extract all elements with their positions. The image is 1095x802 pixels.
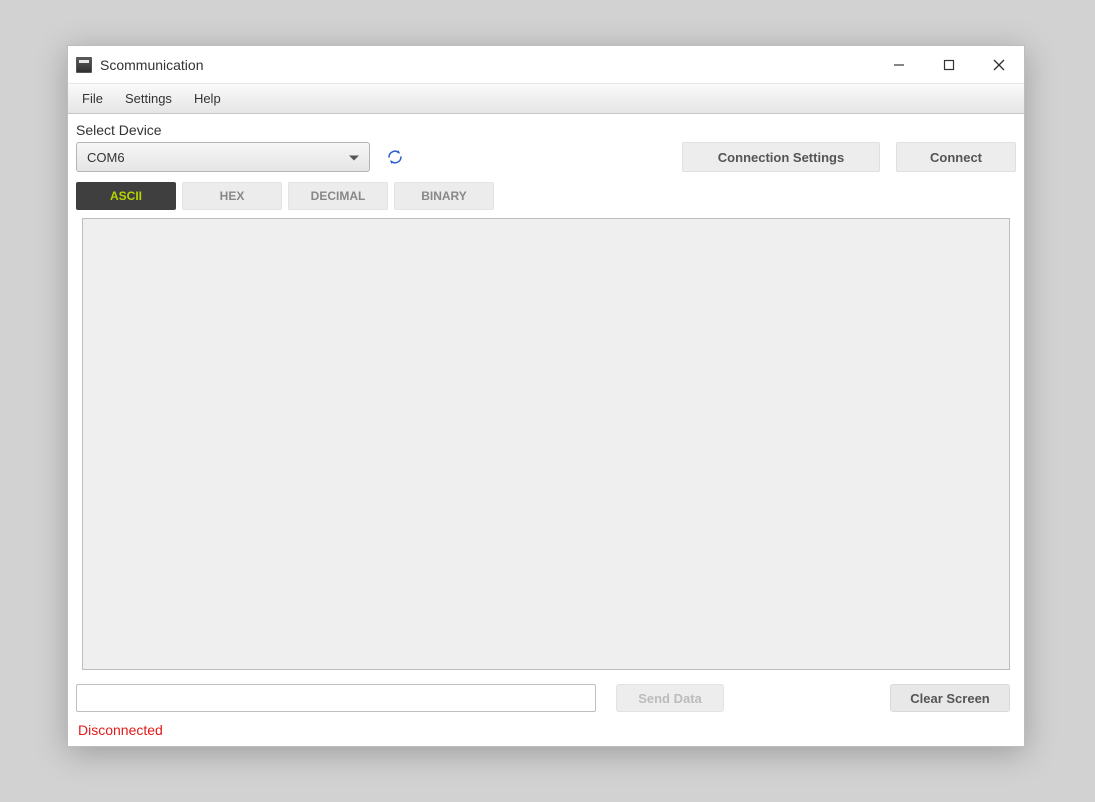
connection-settings-label: Connection Settings — [718, 150, 844, 165]
tab-label: BINARY — [421, 189, 467, 203]
app-window: Scommunication File Settings Help Select… — [67, 45, 1025, 747]
chevron-down-icon — [349, 150, 359, 165]
select-device-label: Select Device — [76, 122, 1016, 138]
menu-help[interactable]: Help — [194, 91, 221, 106]
format-tabs: ASCII HEX DECIMAL BINARY — [68, 182, 1024, 214]
connect-label: Connect — [930, 150, 982, 165]
minimize-icon — [892, 58, 906, 72]
send-data-button[interactable]: Send Data — [616, 684, 724, 712]
tab-binary[interactable]: BINARY — [394, 182, 494, 210]
menubar: File Settings Help — [68, 84, 1024, 114]
close-icon — [992, 58, 1006, 72]
device-select-value: COM6 — [87, 150, 125, 165]
tab-ascii[interactable]: ASCII — [76, 182, 176, 210]
connect-button[interactable]: Connect — [896, 142, 1016, 172]
send-input[interactable] — [76, 684, 596, 712]
tab-decimal[interactable]: DECIMAL — [288, 182, 388, 210]
status-bar: Disconnected — [68, 718, 1024, 746]
app-icon — [76, 57, 92, 73]
refresh-button[interactable] — [386, 148, 404, 166]
device-select[interactable]: COM6 — [76, 142, 370, 172]
device-toolbar: Select Device COM6 Connection Settings — [68, 114, 1024, 182]
menu-settings[interactable]: Settings — [125, 91, 172, 106]
send-row: Send Data Clear Screen — [68, 684, 1024, 718]
status-text: Disconnected — [78, 722, 163, 738]
close-button[interactable] — [974, 46, 1024, 83]
window-title: Scommunication — [100, 57, 204, 73]
tab-label: HEX — [220, 189, 245, 203]
maximize-icon — [942, 58, 956, 72]
menu-file[interactable]: File — [82, 91, 103, 106]
window-controls — [874, 46, 1024, 83]
terminal-output[interactable] — [82, 218, 1010, 670]
refresh-icon — [386, 148, 404, 166]
clear-screen-button[interactable]: Clear Screen — [890, 684, 1010, 712]
clear-screen-label: Clear Screen — [910, 691, 990, 706]
tab-hex[interactable]: HEX — [182, 182, 282, 210]
connection-settings-button[interactable]: Connection Settings — [682, 142, 880, 172]
send-data-label: Send Data — [638, 691, 702, 706]
minimize-button[interactable] — [874, 46, 924, 83]
toolbar-row: COM6 Connection Settings Connect — [76, 142, 1016, 172]
tab-label: ASCII — [110, 189, 142, 203]
tab-label: DECIMAL — [311, 189, 366, 203]
titlebar: Scommunication — [68, 46, 1024, 84]
maximize-button[interactable] — [924, 46, 974, 83]
